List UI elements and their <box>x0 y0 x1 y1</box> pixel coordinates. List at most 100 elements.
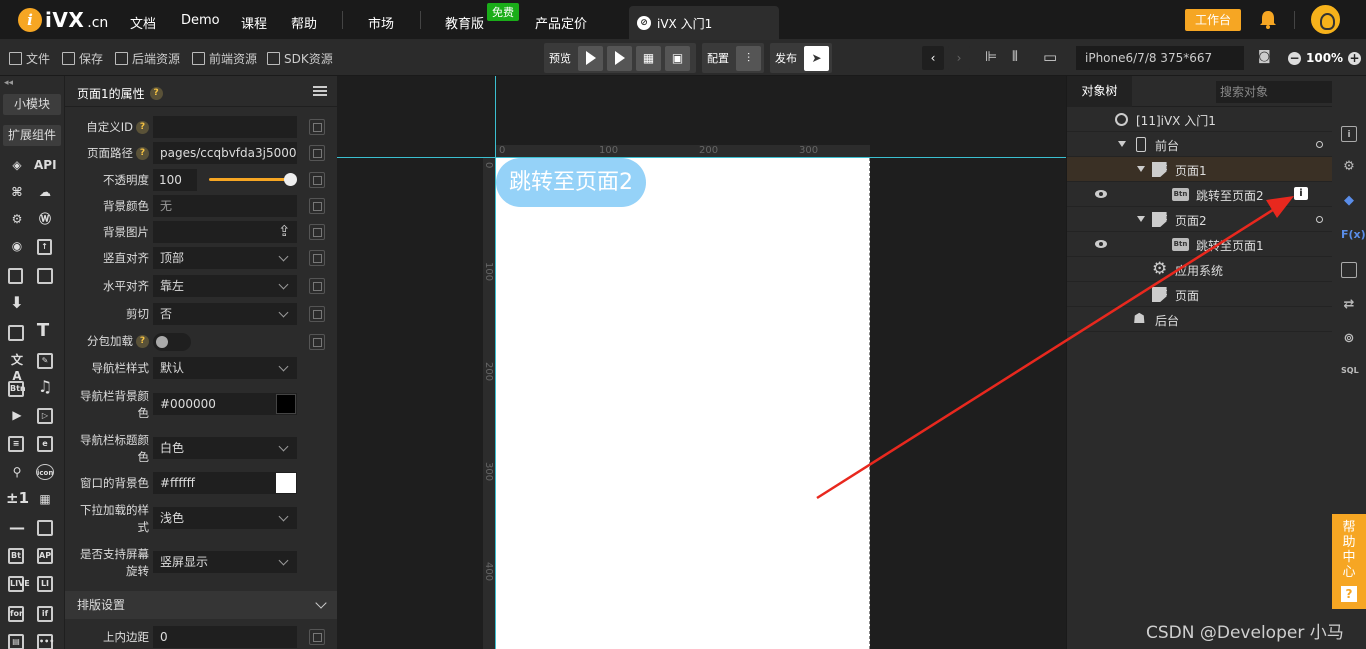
tree-node-page2[interactable]: 页面2 <box>1067 207 1333 232</box>
page-artboard[interactable]: 跳转至页面2 <box>496 158 870 649</box>
eye-icon[interactable] <box>1095 240 1107 248</box>
event-panel-icon[interactable]: ◆ <box>1341 193 1357 209</box>
align-left-button[interactable]: ⊫ <box>985 49 997 65</box>
copy-icon[interactable] <box>309 629 325 645</box>
help-icon[interactable]: ? <box>149 87 163 100</box>
qr-preview-button[interactable]: ▦ <box>636 45 661 71</box>
frontend-resources[interactable]: 前端资源 <box>192 50 257 67</box>
device-select[interactable]: iPhone6/7/8 375*667 <box>1076 46 1244 70</box>
navstyle-select[interactable]: 默认 <box>153 357 297 379</box>
prev-button[interactable]: ‹ <box>922 46 944 70</box>
nav-docs[interactable]: 文档 <box>130 13 156 32</box>
web-icon[interactable]: e <box>37 436 53 452</box>
info-icon[interactable]: i <box>1294 187 1308 200</box>
swap-icon[interactable]: ⇄ <box>1341 297 1357 313</box>
nav-pricing[interactable]: 产品定价 <box>535 13 587 32</box>
map-pin-icon[interactable]: ⚲ <box>8 464 26 480</box>
help-center-tab[interactable]: 帮助中心 ? <box>1332 514 1366 609</box>
api-icon[interactable]: API <box>34 157 57 173</box>
jump-to-page2-button[interactable]: 跳转至页面2 <box>496 158 646 207</box>
bell-icon[interactable] <box>1259 10 1277 29</box>
opacity-slider-track[interactable] <box>209 178 291 181</box>
play-step-button[interactable] <box>607 45 632 71</box>
eye-icon[interactable] <box>1095 190 1107 198</box>
pull-style-select[interactable]: 浅色 <box>153 507 297 529</box>
nav-market[interactable]: 市场 <box>368 13 394 32</box>
toggle-component-icon[interactable] <box>37 520 53 536</box>
config-button[interactable]: ⫶ <box>736 45 761 71</box>
visibility-dot-icon[interactable] <box>1316 216 1323 223</box>
sql-icon[interactable]: SQL <box>1341 363 1359 379</box>
function-icon[interactable]: F(x) <box>1341 227 1366 243</box>
tree-node-page1[interactable]: 页面1 <box>1067 157 1333 182</box>
halign-select[interactable]: 靠左 <box>153 275 297 297</box>
mobile-preview-button[interactable]: ▣ <box>665 45 690 71</box>
copy-icon[interactable] <box>309 278 325 294</box>
zoom-out-icon[interactable]: − <box>1288 51 1301 65</box>
menu-icon[interactable] <box>313 86 327 96</box>
ivx-logo[interactable]: i iVX .cn <box>18 7 108 33</box>
workbench-button[interactable]: 工作台 <box>1185 9 1241 31</box>
winbg-swatch[interactable] <box>276 473 296 493</box>
object-tree-tab[interactable]: 对象树 <box>1067 76 1132 107</box>
wechat-icon[interactable]: ◉ <box>8 238 26 254</box>
design-canvas[interactable]: 0 100 200 300 0 100 200 300 400 跳转至页面2 <box>337 76 1066 649</box>
copy-icon[interactable] <box>8 268 23 284</box>
extension-components-tab[interactable]: 扩展组件 <box>3 125 61 146</box>
info-panel-icon[interactable]: i <box>1341 126 1357 142</box>
next-button[interactable]: › <box>948 46 970 70</box>
qrcode-icon[interactable]: ▦ <box>36 491 54 507</box>
gear-icon[interactable]: ⚙ <box>8 211 26 227</box>
list-icon[interactable]: ▤ <box>8 634 24 649</box>
collapse-icon[interactable]: ◂◂ <box>4 78 13 88</box>
tree-node-page[interactable]: 页面 <box>1067 282 1333 307</box>
tree-node-button1[interactable]: Btn 跳转至页面2 i <box>1067 182 1333 207</box>
user-avatar[interactable] <box>1311 5 1340 34</box>
settings-panel-icon[interactable]: ⚙ <box>1341 159 1357 175</box>
copy-icon[interactable] <box>309 224 325 240</box>
button-group-icon[interactable]: Bt <box>8 548 24 564</box>
media-icon[interactable]: ▷ <box>37 408 53 424</box>
module-icon[interactable] <box>1341 262 1357 278</box>
page-path-input[interactable]: pages/ccqbvfda3j50000 <box>153 142 297 164</box>
layout-icon[interactable] <box>37 268 53 284</box>
edit-icon[interactable]: ✎ <box>37 353 53 369</box>
for-loop-icon[interactable]: for <box>8 606 24 622</box>
wordpress-icon[interactable]: Ⓦ <box>36 211 54 227</box>
tree-node-button2[interactable]: Btn 跳转至页面1 <box>1067 232 1333 257</box>
upload-file-icon[interactable]: ↑ <box>37 239 52 255</box>
small-modules-tab[interactable]: 小模块 <box>3 94 61 115</box>
publish-button[interactable]: ➤ <box>804 45 829 71</box>
live-icon[interactable]: LIVE <box>8 576 30 592</box>
video-icon[interactable]: ▶ <box>8 407 26 423</box>
nav-help[interactable]: 帮助 <box>291 13 317 32</box>
form-icon[interactable]: ≡ <box>8 436 24 452</box>
download-icon[interactable]: ⬇ <box>8 295 26 311</box>
caret-down-icon[interactable] <box>1137 216 1145 222</box>
copy-icon[interactable] <box>309 145 325 161</box>
file-menu[interactable]: 文件 <box>9 50 50 67</box>
password-icon[interactable]: ••• <box>37 634 54 649</box>
object-search-input[interactable]: 搜索对象 <box>1216 81 1341 103</box>
button-component-icon[interactable]: Btn <box>8 381 26 397</box>
help-icon[interactable]: ? <box>136 121 149 134</box>
nodes-icon[interactable]: ⌘ <box>8 184 26 200</box>
caret-down-icon[interactable] <box>1137 166 1145 172</box>
nav-edu[interactable]: 教育版 <box>445 13 484 32</box>
cube-icon[interactable]: ◈ <box>8 157 26 173</box>
bg-image-input[interactable] <box>153 221 297 243</box>
backend-resources[interactable]: 后端资源 <box>115 50 180 67</box>
visibility-dot-icon[interactable] <box>1316 141 1323 148</box>
plugin-icon[interactable]: ⊚ <box>1341 331 1357 347</box>
counter-icon[interactable]: ±1 <box>6 490 29 506</box>
tree-node-root[interactable]: [11]iVX 入门1 <box>1067 107 1333 132</box>
copy-icon[interactable] <box>309 306 325 322</box>
opacity-slider[interactable]: 100 % <box>153 169 297 209</box>
rotate-select[interactable]: 竖屏显示 <box>153 551 297 573</box>
zoom-in-icon[interactable]: + <box>1348 51 1362 65</box>
if-condition-icon[interactable]: if <box>37 606 53 622</box>
copy-icon[interactable] <box>309 250 325 266</box>
opacity-slider-knob[interactable] <box>284 173 297 186</box>
save-button[interactable]: 保存 <box>62 50 103 67</box>
tree-node-app-system[interactable]: ⚙ 应用系统 <box>1067 257 1333 282</box>
